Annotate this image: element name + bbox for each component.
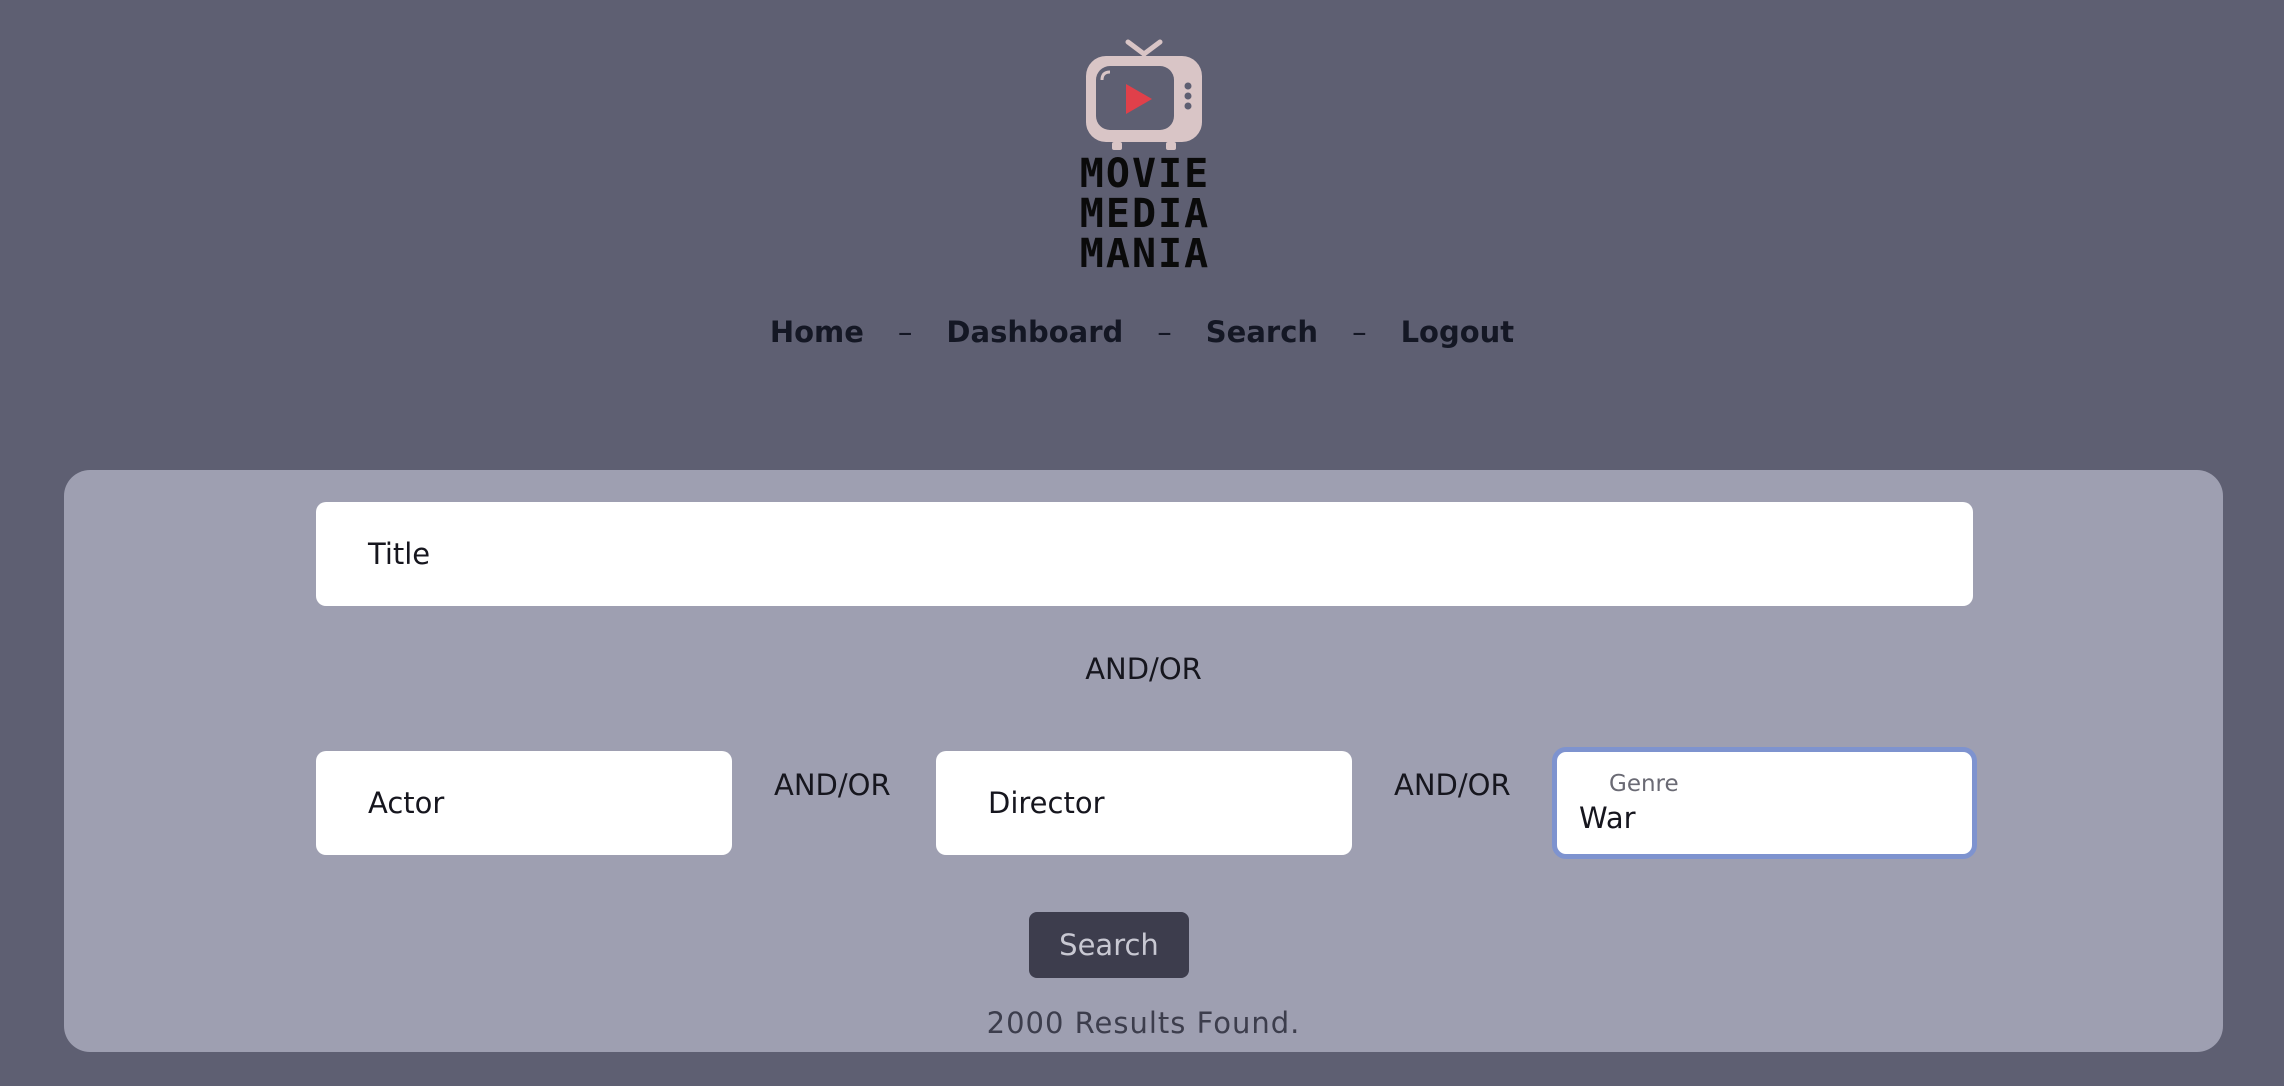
connector-label: AND/OR xyxy=(1394,768,1511,802)
site-logo[interactable]: MOVIE MEDIA MANIA xyxy=(1064,38,1226,274)
title-placeholder: Title xyxy=(368,537,431,571)
genre-input[interactable]: Genre War xyxy=(1552,747,1977,859)
genre-value: War xyxy=(1579,801,1636,835)
genre-label: Genre xyxy=(1609,771,1679,797)
logo-line-3: MANIA xyxy=(1079,231,1211,277)
results-count: 2000 Results Found. xyxy=(986,1006,1301,1040)
nav-search-link[interactable]: Search xyxy=(1206,315,1318,349)
nav-separator: – xyxy=(1352,315,1367,349)
tv-icon xyxy=(1086,39,1202,150)
connector-label: AND/OR xyxy=(1085,652,1202,686)
director-placeholder: Director xyxy=(988,786,1105,820)
search-panel: Title AND/OR Actor AND/OR Director AND/O… xyxy=(64,470,2223,1052)
connector-label: AND/OR xyxy=(774,768,891,802)
actor-placeholder: Actor xyxy=(368,786,445,820)
nav-logout-link[interactable]: Logout xyxy=(1401,315,1515,349)
nav-home-link[interactable]: Home xyxy=(770,315,864,349)
nav-dashboard-link[interactable]: Dashboard xyxy=(946,315,1123,349)
search-button[interactable]: Search xyxy=(1029,912,1189,978)
title-input[interactable]: Title xyxy=(316,502,1973,606)
logo-line-1: MOVIE xyxy=(1079,151,1211,197)
actor-input[interactable]: Actor xyxy=(316,751,732,855)
page: MOVIE MEDIA MANIA Home – Dashboard – Sea… xyxy=(0,0,2284,1086)
director-input[interactable]: Director xyxy=(936,751,1352,855)
logo-line-2: MEDIA xyxy=(1079,191,1211,237)
main-nav: Home – Dashboard – Search – Logout xyxy=(0,310,2284,354)
nav-separator: – xyxy=(1157,315,1172,349)
nav-separator: – xyxy=(897,315,913,349)
logo-wordmark: MOVIE MEDIA MANIA xyxy=(1064,154,1226,274)
